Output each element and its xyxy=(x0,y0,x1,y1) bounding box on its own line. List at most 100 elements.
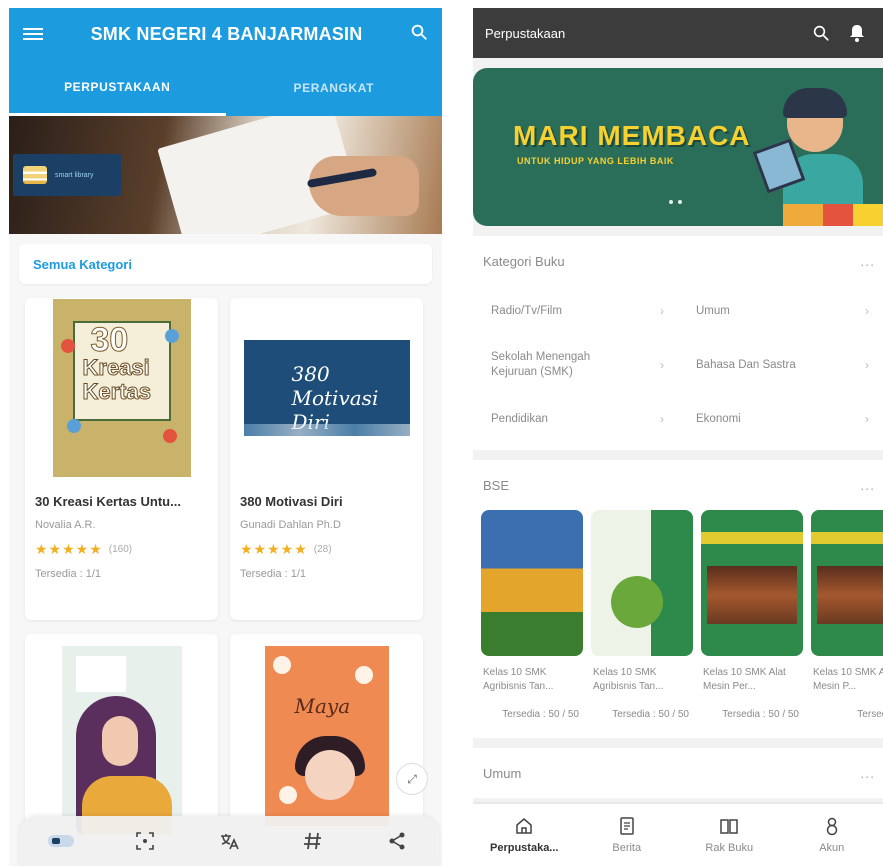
book-cover: Maya xyxy=(264,646,389,826)
app-bar: Perpustakaan xyxy=(473,8,883,58)
book-cover xyxy=(701,510,803,656)
flower-decoration xyxy=(162,429,177,443)
cover-art xyxy=(611,576,663,628)
nav-label: Akun xyxy=(819,842,845,854)
more-options-icon[interactable]: ... xyxy=(860,765,875,781)
chevron-right-icon: › xyxy=(660,411,664,426)
app-bar: SMK NEGERI 4 BANJARMASIN xyxy=(9,8,442,60)
scan-icon[interactable] xyxy=(127,826,163,856)
translate-icon[interactable] xyxy=(211,826,247,856)
left-screen: SMK NEGERI 4 BANJARMASIN PERPUSTAKAAN PE… xyxy=(9,8,442,866)
expand-icon[interactable]: ⤢ xyxy=(396,763,428,795)
cover-art xyxy=(304,750,355,800)
bse-book[interactable]: Kelas 10 SMK Agribisnis Tan... Tersedia … xyxy=(481,510,583,722)
section-header: Kategori Buku ... xyxy=(473,236,883,286)
nav-label: Berita xyxy=(612,842,642,854)
category-item[interactable]: Radio/Tv/Film › xyxy=(473,286,678,336)
star-icons: ★★★★★ xyxy=(35,541,103,557)
book-title: 380 Motivasi Diri xyxy=(240,494,343,509)
bookshelf-icon xyxy=(720,819,738,834)
banner-subtitle: UNTUK HIDUP YANG LEBIH BAIK xyxy=(517,156,674,166)
book-cover: 380 Motivasi Diri xyxy=(243,340,410,436)
app-title: SMK NEGERI 4 BANJARMASIN xyxy=(90,23,363,44)
category-label: Ekonomi xyxy=(696,412,741,425)
nav-perpustakaan[interactable]: Perpustaka... xyxy=(476,816,572,854)
bottom-navigation: Perpustaka... Berita Rak Buku Akun xyxy=(473,804,883,866)
chevron-right-icon: › xyxy=(865,357,869,372)
bse-book[interactable]: Kelas 10 SMK Alat Mesin Per... Tersedia … xyxy=(701,510,803,722)
category-label: Umum xyxy=(696,304,730,317)
system-bottom-bar xyxy=(19,816,439,866)
hero-banner[interactable]: smart library xyxy=(9,116,442,234)
all-categories-label: Semua Kategori xyxy=(33,256,132,272)
flower-decoration xyxy=(354,666,373,684)
book-card[interactable]: 30 Kreasi Kertas 30 Kreasi Kertas Untu..… xyxy=(25,298,218,620)
promo-banner[interactable]: MARI MEMBACA UNTUK HIDUP YANG LEBIH BAIK xyxy=(473,68,883,226)
book-cover xyxy=(811,510,883,656)
category-item[interactable]: Ekonomi › xyxy=(678,394,883,444)
book-card[interactable] xyxy=(25,634,218,834)
logo-text: smart library xyxy=(55,171,94,179)
more-options-icon[interactable]: ... xyxy=(860,253,875,269)
search-icon[interactable] xyxy=(807,24,835,42)
category-item[interactable]: Umum › xyxy=(678,286,883,336)
cover-art xyxy=(101,716,138,766)
banner-illustration xyxy=(783,88,847,118)
availability: Tersedia : 50 / 50 xyxy=(612,709,689,720)
bse-section: BSE ... Kelas 10 SMK Agribisnis Tan... T… xyxy=(473,460,883,738)
book-title: Kelas 10 SMK Agribisnis Tan... xyxy=(483,667,554,692)
flower-decoration xyxy=(164,329,179,343)
carousel-indicator[interactable] xyxy=(669,200,682,204)
tab-perpustakaan[interactable]: PERPUSTAKAAN xyxy=(9,60,226,116)
category-item[interactable]: Pendidikan › xyxy=(473,394,678,444)
book-author: Novalia A.R. xyxy=(35,519,96,531)
umum-section: Umum ... xyxy=(473,748,883,798)
rating-count: (160) xyxy=(108,544,133,555)
book-card[interactable]: 380 Motivasi Diri 380 Motivasi Diri Guna… xyxy=(230,298,423,620)
cover-decoration xyxy=(243,424,410,436)
availability: Tersedia : 5 xyxy=(857,709,883,720)
cover-art xyxy=(701,532,803,544)
news-icon xyxy=(620,817,634,835)
share-icon[interactable] xyxy=(379,826,415,856)
banner-title: MARI MEMBACA xyxy=(513,120,751,151)
bse-book[interactable]: Kelas 10 SMK Agribisnis Tan... Tersedia … xyxy=(591,510,693,722)
category-item[interactable]: Sekolah Menengah Kejuruan (SMK) › xyxy=(473,336,678,394)
kategori-section: Kategori Buku ... Radio/Tv/Film › Umum › S… xyxy=(473,236,883,450)
smart-library-logo: smart library xyxy=(13,154,121,196)
book-author: Gunadi Dahlan Ph.D xyxy=(240,519,341,531)
book-rating: ★★★★★ (160) xyxy=(25,541,218,558)
cover-line2: Kertas xyxy=(82,379,151,405)
flower-decoration xyxy=(66,419,81,433)
rating-count: (28) xyxy=(313,544,332,555)
category-item[interactable]: Bahasa Dan Sastra › xyxy=(678,336,883,394)
right-screen: Perpustakaan MARI MEMBACA UNTUK HIDUP YA… xyxy=(473,8,883,866)
menu-icon[interactable] xyxy=(23,28,43,40)
bse-book[interactable]: Kelas 10 SMK Alat Mesin P... Tersedia : … xyxy=(811,510,883,722)
nav-akun[interactable]: Akun xyxy=(784,816,880,854)
book-title: Kelas 10 SMK Alat Mesin Per... xyxy=(703,667,786,692)
cover-line1: Kreasi xyxy=(82,355,150,381)
notification-bell-icon[interactable] xyxy=(843,24,871,42)
nav-berita[interactable]: Berita xyxy=(579,816,675,854)
search-icon[interactable] xyxy=(410,23,428,46)
all-categories-link[interactable]: Semua Kategori xyxy=(19,244,432,284)
category-label: Bahasa Dan Sastra xyxy=(696,358,796,371)
nav-rak-buku[interactable]: Rak Buku xyxy=(681,816,777,854)
bse-book-row[interactable]: Kelas 10 SMK Agribisnis Tan... Tersedia … xyxy=(473,510,883,722)
more-options-icon[interactable]: ... xyxy=(860,477,875,493)
account-icon xyxy=(826,817,837,836)
thumbnail-icon[interactable] xyxy=(43,826,79,856)
book-cover xyxy=(61,646,182,834)
banner-hand xyxy=(309,156,419,216)
section-title: BSE xyxy=(483,477,510,493)
app-title: Perpustakaan xyxy=(485,25,566,41)
tab-perangkat[interactable]: PERANGKAT xyxy=(226,60,443,116)
hashtag-icon[interactable] xyxy=(295,826,331,856)
book-cover xyxy=(481,510,583,656)
home-icon xyxy=(516,818,532,834)
cover-wrap: Maya xyxy=(230,634,423,834)
book-card[interactable]: Maya xyxy=(230,634,423,834)
section-title: Kategori Buku xyxy=(483,253,565,269)
category-label: Sekolah Menengah Kejuruan (SMK) xyxy=(491,351,591,378)
